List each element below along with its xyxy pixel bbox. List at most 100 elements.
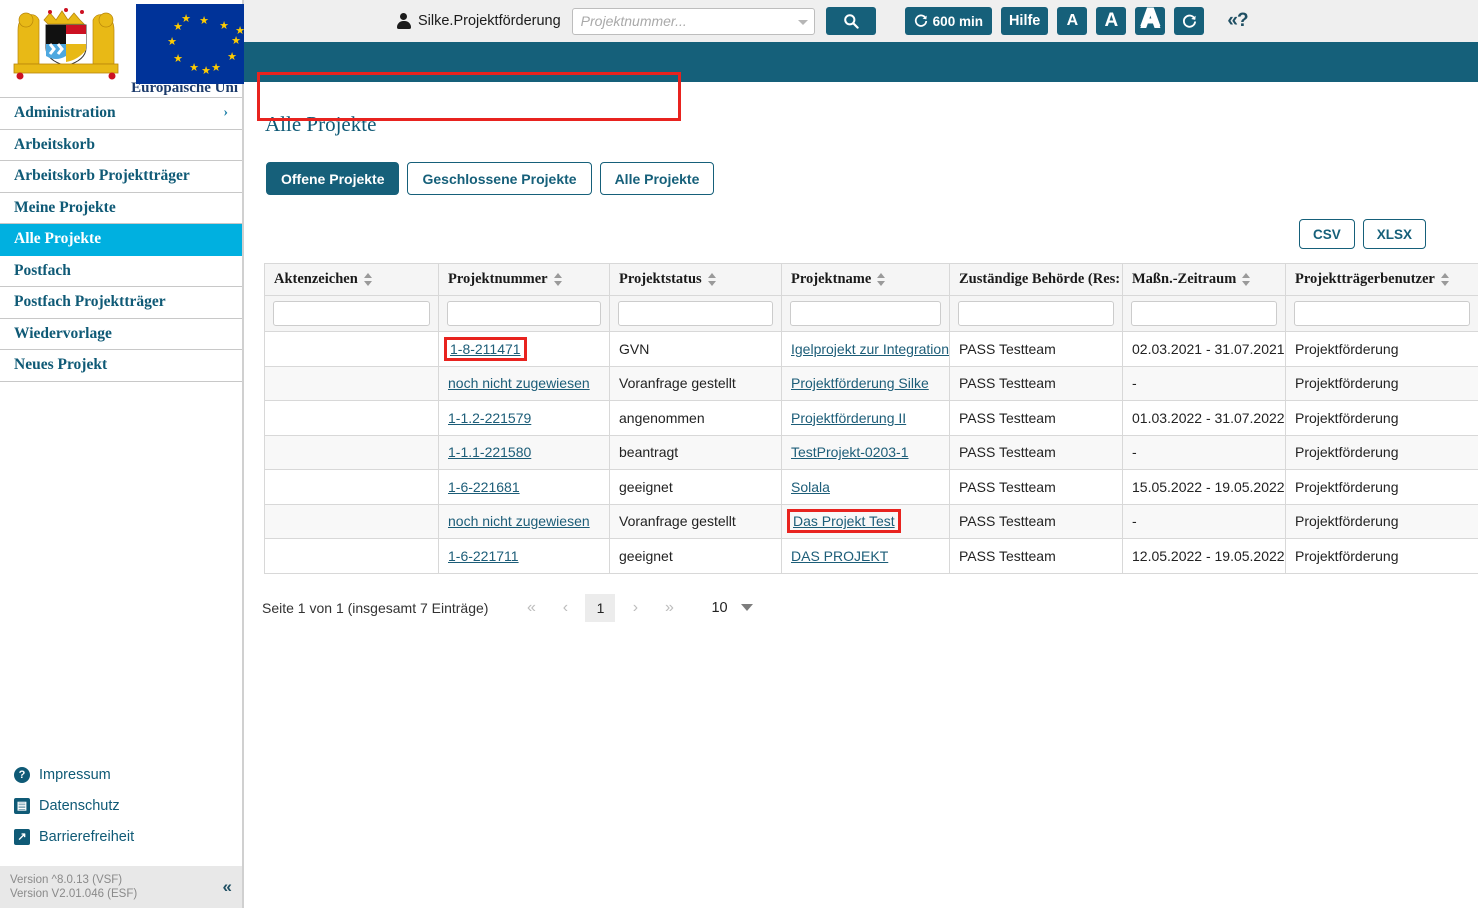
- svg-text:★: ★: [181, 13, 191, 25]
- column-header-massnahmen-zeitraum[interactable]: Maßn.-Zeitraum: [1122, 263, 1286, 296]
- user-block: Silke.Projektförderung: [396, 13, 561, 29]
- tab-alle-projekte[interactable]: Alle Projekte: [599, 162, 715, 195]
- filter-input-projekttraegerbenutzer[interactable]: [1294, 301, 1470, 326]
- cell-projektname: Projektförderung II: [781, 400, 950, 436]
- cell-projektname: Solala: [781, 469, 950, 505]
- filter-input-massnahmen-zeitraum[interactable]: [1131, 301, 1277, 326]
- svg-text:★: ★: [201, 65, 211, 77]
- link-projektnummer[interactable]: 1-1.1-221580: [448, 444, 531, 460]
- export-xlsx-label: XLSX: [1376, 226, 1412, 242]
- sidebar-item-administration[interactable]: Administration ›: [0, 98, 242, 130]
- link-projektname[interactable]: Projektförderung Silke: [791, 375, 929, 391]
- document-icon: ▤: [14, 797, 30, 814]
- sidebar-item-meine-projekte[interactable]: Meine Projekte: [0, 193, 242, 224]
- column-header-projektstatus[interactable]: Projektstatus: [609, 263, 782, 296]
- pagination-page-1[interactable]: 1: [585, 593, 616, 622]
- arrow-up-right-icon: ↗: [14, 828, 30, 845]
- page-size-select[interactable]: 10: [711, 600, 753, 616]
- link-projektnummer[interactable]: 1-6-221681: [448, 479, 520, 495]
- font-size-large-button[interactable]: A: [1135, 3, 1166, 35]
- sort-icon[interactable]: [553, 273, 563, 286]
- link-projektnummer[interactable]: 1-1.2-221579: [448, 410, 531, 426]
- link-projektnummer[interactable]: noch nicht zugewiesen: [448, 375, 590, 391]
- footer-link-barrierefreiheit[interactable]: ↗ Barrierefreiheit: [14, 821, 242, 852]
- sidebar-item-postfach-projekttraeger[interactable]: Postfach Projektträger: [0, 287, 242, 319]
- refresh-icon: [914, 14, 927, 27]
- cell-benutzer: Projektförderung: [1285, 331, 1478, 367]
- link-projektnummer[interactable]: 1-6-221711: [448, 548, 519, 564]
- svg-text:★: ★: [189, 62, 199, 74]
- link-projektname[interactable]: Solala: [791, 479, 830, 495]
- sidebar-item-arbeitskorb-projekttraeger[interactable]: Arbeitskorb Projektträger: [0, 161, 242, 193]
- tab-offene-projekte[interactable]: Offene Projekte: [266, 162, 400, 195]
- sort-icon[interactable]: [363, 273, 373, 286]
- sort-icon[interactable]: [1242, 273, 1251, 286]
- sidebar-item-arbeitskorb[interactable]: Arbeitskorb: [0, 130, 242, 161]
- footer-link-label: Datenschutz: [39, 797, 120, 814]
- search-input[interactable]: [571, 7, 815, 35]
- export-csv-button[interactable]: CSV: [1298, 219, 1355, 249]
- filter-input-aktenzeichen[interactable]: [273, 301, 430, 326]
- link-projektnummer[interactable]: noch nicht zugewiesen: [448, 513, 590, 529]
- column-header-aktenzeichen[interactable]: Aktenzeichen: [264, 263, 439, 296]
- filter-input-projektnummer[interactable]: [447, 301, 601, 326]
- cell-aktenzeichen: [264, 434, 439, 470]
- link-projektname[interactable]: Projektförderung II: [791, 410, 906, 426]
- export-xlsx-button[interactable]: XLSX: [1362, 219, 1426, 249]
- main-content: Alle Projekte Offene Projekte Geschlosse…: [244, 82, 1478, 908]
- sidebar-item-postfach[interactable]: Postfach: [0, 256, 242, 287]
- pagination-last-button[interactable]: »: [652, 594, 686, 622]
- cell-projektstatus: Voranfrage gestellt: [609, 503, 782, 539]
- sidebar-item-alle-projekte[interactable]: Alle Projekte: [0, 224, 242, 256]
- pagination-prev-button[interactable]: ‹: [548, 594, 582, 622]
- session-timer-button[interactable]: 600 min: [904, 7, 992, 35]
- reload-button[interactable]: [1174, 7, 1205, 35]
- sidebar-item-wiedervorlage[interactable]: Wiedervorlage: [0, 319, 242, 350]
- cell-projektstatus: angenommen: [609, 400, 782, 436]
- column-label: Zuständige Behörde (Res:: [959, 271, 1121, 287]
- help-button[interactable]: Hilfe: [1000, 7, 1049, 35]
- table-header-row: Aktenzeichen Projektnummer Projektstatus…: [264, 263, 1478, 296]
- search-button[interactable]: [825, 7, 876, 35]
- link-projektname[interactable]: TestProjekt-0203-1: [791, 444, 909, 460]
- cell-behoerde: PASS Testteam: [949, 331, 1123, 367]
- sort-icon[interactable]: [877, 273, 886, 286]
- cell-benutzer: Projektförderung: [1285, 469, 1478, 505]
- filter-input-zustaendige-behoerde[interactable]: [958, 301, 1114, 326]
- link-projektname[interactable]: Das Projekt Test: [787, 509, 901, 534]
- filter-cell-zustaendige-behoerde: [949, 295, 1123, 332]
- column-header-projektname[interactable]: Projektname: [781, 263, 950, 296]
- link-projektname[interactable]: DAS PROJEKT: [791, 548, 888, 564]
- column-header-zustaendige-behoerde[interactable]: Zuständige Behörde (Res:: [949, 263, 1123, 296]
- sort-icon[interactable]: [1440, 273, 1450, 286]
- filter-input-projektstatus[interactable]: [618, 301, 773, 326]
- collapse-sidebar-button[interactable]: «: [223, 878, 232, 895]
- export-csv-label: CSV: [1312, 226, 1341, 242]
- pagination-first-button[interactable]: «: [514, 594, 548, 622]
- cell-projektname: DAS PROJEKT: [781, 538, 950, 574]
- pagination-next-button[interactable]: ›: [618, 594, 652, 622]
- link-projektname[interactable]: Igelprojekt zur Integrations: [791, 341, 949, 357]
- font-size-medium-button[interactable]: A: [1096, 7, 1127, 35]
- font-size-small-button[interactable]: A: [1057, 7, 1088, 35]
- footer-link-impressum[interactable]: ? Impressum: [14, 759, 242, 790]
- column-header-projektnummer[interactable]: Projektnummer: [438, 263, 610, 296]
- column-header-projekttraegerbenutzer[interactable]: Projektträgerbenutzer: [1285, 263, 1478, 296]
- bavaria-coat-of-arms-icon: [6, 4, 126, 82]
- sidebar-item-label: Postfach: [14, 261, 71, 279]
- tab-geschlossene-projekte[interactable]: Geschlossene Projekte: [407, 162, 592, 195]
- link-projektnummer[interactable]: 1-8-211471: [444, 336, 527, 361]
- column-label: Projektträgerbenutzer: [1295, 271, 1435, 287]
- session-timer-label: 600 min: [932, 13, 983, 29]
- filter-input-projektname[interactable]: [790, 301, 941, 326]
- sidebar-item-neues-projekt[interactable]: Neues Projekt: [0, 350, 242, 382]
- pagination-info: Seite 1 von 1 (insgesamt 7 Einträge): [262, 599, 489, 616]
- table-row: 1-6-221681 geeignet Solala PASS Testteam…: [264, 469, 1478, 505]
- sidebar-item-label: Neues Projekt: [14, 356, 108, 374]
- cell-benutzer: Projektförderung: [1285, 434, 1478, 470]
- filter-cell-projektname: [781, 295, 950, 332]
- help-mode-toggle[interactable]: «?: [1227, 10, 1248, 32]
- cell-projektnummer: 1-8-211471: [438, 331, 610, 367]
- sort-icon[interactable]: [707, 273, 717, 286]
- footer-link-datenschutz[interactable]: ▤ Datenschutz: [14, 790, 242, 821]
